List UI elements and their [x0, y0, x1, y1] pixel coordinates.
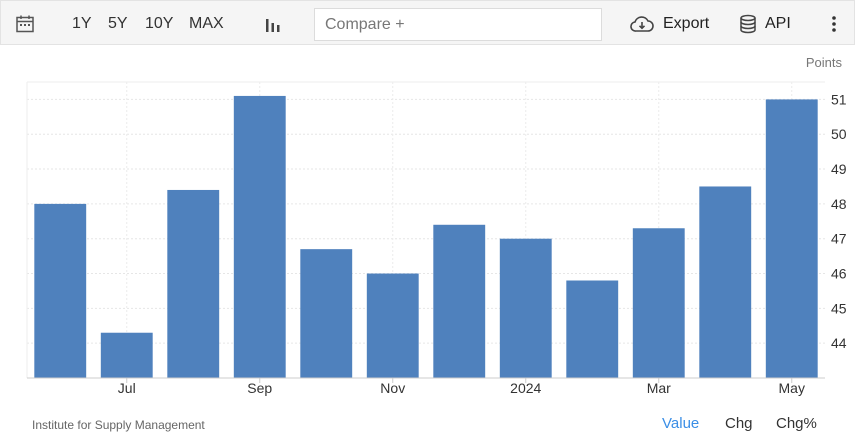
- api-label: API: [765, 14, 791, 32]
- bar[interactable]: [765, 99, 818, 378]
- calendar-icon[interactable]: [13, 1, 37, 46]
- range-max-button[interactable]: MAX: [189, 1, 224, 46]
- x-tick-label: Jul: [118, 380, 136, 396]
- y-tick-label: 51: [831, 91, 847, 107]
- vertical-dots-icon[interactable]: [827, 1, 841, 46]
- tab-chg-percent[interactable]: Chg%: [776, 415, 817, 432]
- bar[interactable]: [34, 203, 87, 378]
- y-tick-label: 44: [831, 335, 847, 351]
- bar-chart-icon[interactable]: [263, 1, 283, 46]
- bar[interactable]: [632, 228, 685, 378]
- api-button[interactable]: API: [739, 1, 791, 46]
- x-tick-label: 2024: [510, 380, 541, 396]
- bar[interactable]: [100, 332, 153, 378]
- y-tick-label: 48: [831, 196, 847, 212]
- range-5y-button[interactable]: 5Y: [108, 1, 128, 46]
- compare-input[interactable]: Compare +: [314, 8, 602, 41]
- chart-area: Jul Sep Nov 2024 Mar May 44 45 46 47 48 49 50 51 Point…: [0, 45, 857, 447]
- y-tick-label: 50: [831, 126, 847, 142]
- x-tick-label: Sep: [247, 380, 272, 396]
- bar[interactable]: [433, 224, 486, 378]
- y-tick-label: 49: [831, 161, 847, 177]
- bar[interactable]: [233, 95, 286, 378]
- range-1y-button[interactable]: 1Y: [72, 1, 92, 46]
- x-tick-label: Nov: [380, 380, 405, 396]
- bar[interactable]: [366, 273, 419, 378]
- x-tick-label: Mar: [647, 380, 671, 396]
- tab-value[interactable]: Value: [662, 415, 699, 432]
- x-tick-label: May: [779, 380, 805, 396]
- bar-chart: Jul Sep Nov 2024 Mar May 44 45 46 47 48 49 50 51 Point…: [26, 55, 847, 396]
- export-button[interactable]: Export: [629, 1, 709, 46]
- tab-chg[interactable]: Chg: [725, 415, 753, 432]
- unit-label: Points: [806, 55, 843, 70]
- export-label: Export: [663, 14, 710, 32]
- bar[interactable]: [699, 186, 752, 378]
- cloud-download-icon: [630, 15, 654, 32]
- range-10y-button[interactable]: 10Y: [145, 1, 173, 46]
- data-source: Institute for Supply Management: [32, 418, 205, 432]
- bar[interactable]: [566, 280, 619, 378]
- bar[interactable]: [499, 238, 552, 378]
- y-tick-label: 45: [831, 300, 847, 316]
- bar[interactable]: [300, 249, 353, 378]
- database-icon: [740, 14, 756, 33]
- chart-toolbar: 1Y 5Y 10Y MAX Compare + Export API: [0, 0, 855, 45]
- bar[interactable]: [167, 189, 220, 378]
- y-tick-label: 47: [831, 231, 847, 247]
- y-tick-label: 46: [831, 266, 847, 282]
